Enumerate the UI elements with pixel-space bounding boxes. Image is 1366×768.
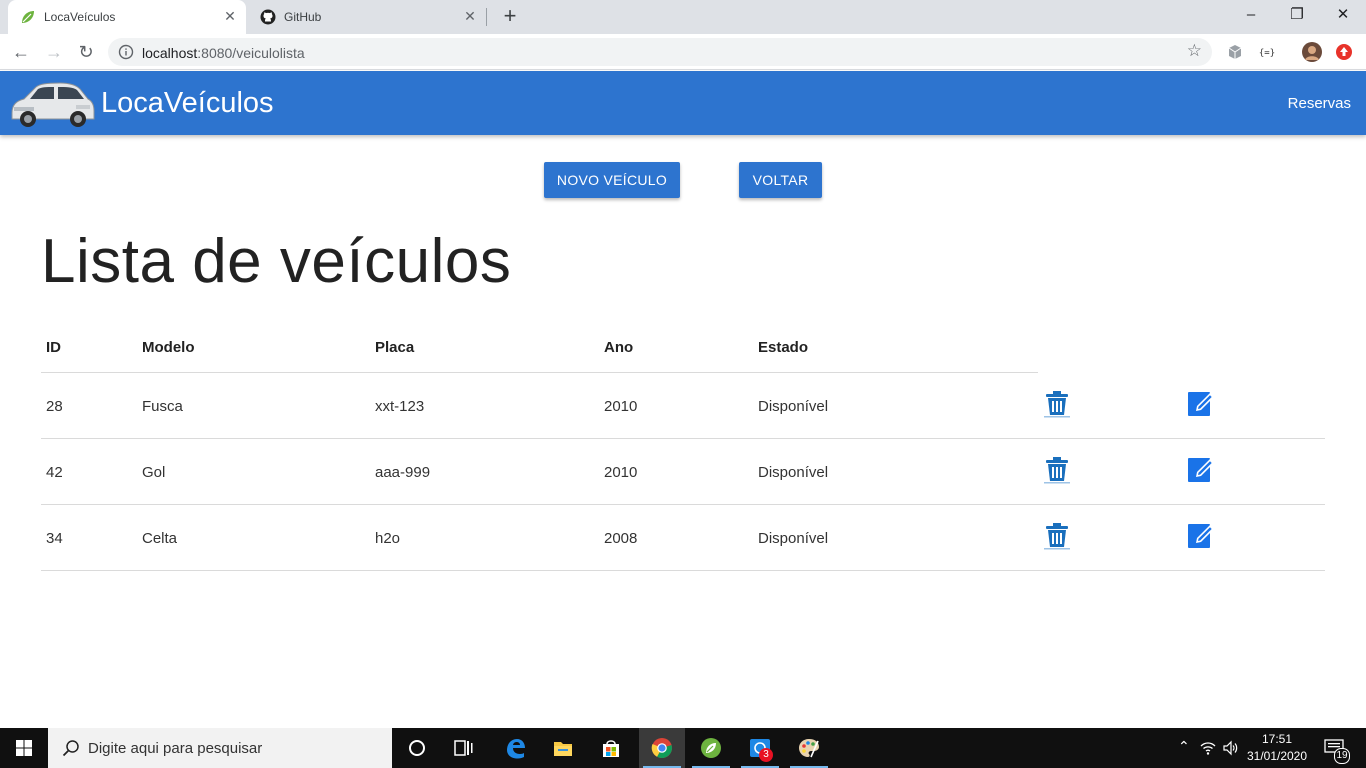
cell-estado: Disponível (758, 530, 829, 547)
trash-icon[interactable] (1042, 456, 1072, 484)
json-extension-icon[interactable]: {=} (1258, 43, 1276, 61)
cell-ano: 2010 (604, 464, 638, 481)
column-header-modelo: Modelo (142, 339, 195, 356)
url-text[interactable]: localhost:8080/veiculolista (142, 45, 305, 61)
profile-avatar[interactable] (1302, 42, 1322, 62)
new-tab-button[interactable]: + (498, 5, 522, 29)
tab-title: GitHub (284, 10, 322, 24)
search-placeholder: Digite aqui para pesquisar (88, 740, 263, 757)
paint-palette-icon (799, 739, 819, 758)
voltar-button[interactable]: VOLTAR (739, 162, 822, 198)
cell-placa: aaa-999 (375, 464, 431, 481)
taskbar-edge[interactable] (492, 728, 538, 768)
windows-taskbar: Digite aqui para pesquisar 3 ⌃ 17:51 31/… (0, 728, 1366, 768)
restore-button[interactable]: ❐ (1282, 4, 1312, 26)
browser-toolbar: ← → ↻ localhost:8080/veiculolista ☆ {=} (0, 34, 1366, 70)
spring-leaf-icon (22, 11, 34, 23)
cell-estado: Disponível (758, 464, 829, 481)
taskbar-spring-tool-suite[interactable] (688, 728, 734, 768)
table-header: ID Modelo Placa Ano Estado (41, 322, 1038, 373)
browser-tab-strip: LocaVeículos ✕ GitHub ✕ + – ❐ ✕ (0, 0, 1366, 34)
reload-button[interactable]: ↻ (74, 40, 98, 64)
trash-icon[interactable] (1042, 390, 1072, 418)
cortana-circle-icon (409, 740, 425, 756)
close-tab-icon[interactable]: ✕ (222, 8, 238, 24)
cell-placa: xxt-123 (375, 398, 425, 415)
wifi-icon[interactable] (1200, 741, 1216, 755)
nav-link-reservas[interactable]: Reservas (1288, 95, 1351, 112)
taskbar-chat-app[interactable]: 3 (737, 728, 783, 768)
chat-notification-badge: 3 (759, 748, 773, 762)
chrome-icon (651, 738, 672, 759)
cell-id: 34 (46, 530, 63, 547)
taskbar-chrome[interactable] (639, 728, 685, 768)
store-bag-icon (603, 740, 619, 757)
cortana-button[interactable] (394, 728, 440, 768)
taskbar-paint[interactable] (786, 728, 832, 768)
spring-leaf-icon (701, 738, 721, 758)
table-row: 42 Gol aaa-999 2010 Disponível (41, 439, 1325, 505)
task-view-button[interactable] (440, 728, 486, 768)
edit-icon[interactable] (1186, 522, 1216, 550)
url-path: :8080/veiculolista (197, 45, 305, 61)
forward-button[interactable]: → (42, 40, 66, 64)
column-header-ano: Ano (604, 339, 634, 356)
column-header-id: ID (46, 339, 61, 356)
column-header-estado: Estado (758, 339, 809, 356)
cell-modelo: Gol (142, 464, 166, 481)
cell-estado: Disponível (758, 398, 829, 415)
car-logo[interactable] (6, 77, 96, 129)
tab-title: LocaVeículos (44, 10, 116, 24)
github-icon (260, 9, 276, 25)
volume-icon[interactable] (1222, 740, 1238, 756)
brand-title[interactable]: LocaVeículos (101, 87, 274, 120)
edge-icon (507, 739, 525, 759)
taskbar-clock[interactable]: 17:51 31/01/2020 (1246, 731, 1308, 765)
extension-red-icon[interactable] (1335, 43, 1353, 61)
chevron-up-icon: ⌃ (1178, 738, 1190, 754)
novo-veiculo-button[interactable]: NOVO VEÍCULO (544, 162, 680, 198)
edit-icon[interactable] (1186, 390, 1216, 418)
clock-date: 31/01/2020 (1246, 749, 1308, 763)
taskbar-file-explorer[interactable] (540, 728, 586, 768)
cell-placa: h2o (375, 530, 401, 547)
vehicles-table: ID Modelo Placa Ano Estado 28 Fusca xxt-… (41, 322, 1325, 571)
table-row: 34 Celta h2o 2008 Disponível (41, 505, 1325, 571)
cell-ano: 2010 (604, 398, 638, 415)
close-tab-icon[interactable]: ✕ (462, 8, 478, 24)
action-center-button[interactable]: 19 (1320, 728, 1360, 768)
trash-icon[interactable] (1042, 522, 1072, 550)
page-title: Lista de veículos (41, 227, 512, 296)
tray-overflow-button[interactable]: ⌃ (1174, 728, 1194, 768)
notification-count-badge: 19 (1334, 748, 1350, 764)
taskbar-search-box[interactable]: Digite aqui para pesquisar (48, 728, 392, 768)
cell-modelo: Fusca (142, 398, 183, 415)
edit-icon[interactable] (1186, 456, 1216, 484)
app-navbar: LocaVeículos Reservas (0, 71, 1366, 135)
minimize-button[interactable]: – (1236, 4, 1266, 26)
task-view-icon (454, 740, 473, 756)
tab-locaveiculos[interactable]: LocaVeículos ✕ (8, 0, 246, 34)
url-host: localhost (142, 45, 198, 61)
bookmark-star-icon[interactable]: ☆ (1187, 41, 1202, 61)
cell-modelo: Celta (142, 530, 178, 547)
tab-github[interactable]: GitHub ✕ (248, 0, 486, 34)
cell-id: 28 (46, 398, 63, 415)
column-header-placa: Placa (375, 339, 415, 356)
back-button[interactable]: ← (9, 40, 33, 64)
clock-time: 17:51 (1261, 732, 1293, 746)
taskbar-store[interactable] (588, 728, 634, 768)
extension-cube-icon[interactable] (1226, 43, 1244, 61)
table-row: 28 Fusca xxt-123 2010 Disponível (41, 373, 1325, 439)
search-icon (62, 740, 79, 757)
cell-ano: 2008 (604, 530, 638, 547)
folder-icon (554, 742, 572, 756)
tab-divider (486, 8, 487, 26)
svg-text:{=}: {=} (1259, 49, 1275, 59)
close-window-button[interactable]: ✕ (1328, 4, 1358, 26)
cell-id: 42 (46, 464, 63, 481)
address-bar[interactable]: localhost:8080/veiculolista ☆ (108, 38, 1212, 66)
info-icon[interactable] (118, 44, 134, 60)
windows-start-icon[interactable] (0, 728, 48, 768)
